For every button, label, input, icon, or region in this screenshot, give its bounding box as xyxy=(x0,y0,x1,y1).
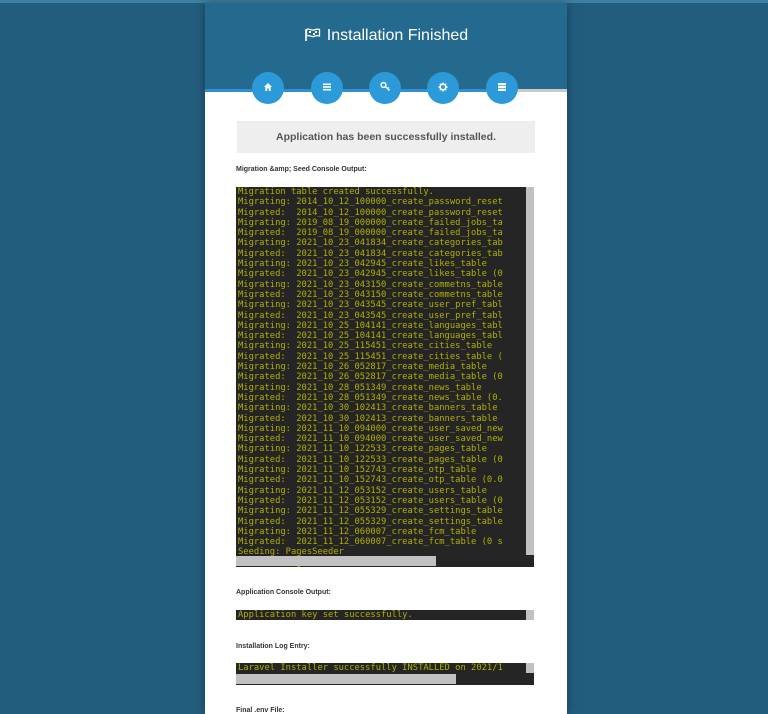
console-line: Migrating: 2021_11_12_060007_create_fcm_… xyxy=(238,526,477,537)
console-line: Migrated: 2021_10_23_042945_create_likes… xyxy=(238,269,503,280)
console-line: Migrated: 2021_10_25_115451_create_citie… xyxy=(238,351,503,362)
console-line: Migrating: 2021_11_12_055329_create_sett… xyxy=(238,506,503,517)
server-icon xyxy=(497,79,507,97)
install-log-vertical-scrollbar[interactable] xyxy=(526,663,534,673)
home-icon xyxy=(263,79,273,97)
console-line: Migrating: 2021_11_10_122533_create_page… xyxy=(238,444,487,455)
page-title: Installation Finished xyxy=(205,26,567,48)
console-line: Migrating: 2019_08_19_000000_create_fail… xyxy=(238,217,503,228)
success-message: Application has been successfully instal… xyxy=(237,121,535,153)
key-icon xyxy=(379,79,391,97)
console-line: Migrated: 2021_10_26_052817_create_media… xyxy=(238,372,503,383)
console-line: Migrated: 2021_11_10_094000_create_user_… xyxy=(238,434,503,445)
console-line: Migrating: 2021_10_23_042945_create_like… xyxy=(238,259,487,270)
migration-output-label: Migration &amp; Seed Console Output: xyxy=(236,166,367,173)
app-console[interactable]: Application key set successfully. xyxy=(236,610,534,620)
console-line: Migrated: 2021_10_23_043150_create_comme… xyxy=(238,289,503,300)
step-requirements[interactable] xyxy=(311,72,343,104)
console-line: Migrating: 2021_10_28_051349_create_news… xyxy=(238,382,482,393)
console-line: Migrated: 2014_10_12_100000_create_passw… xyxy=(238,207,503,218)
migration-console[interactable]: Migration table created successfully. Mig… xyxy=(236,187,534,567)
install-log-label: Installation Log Entry: xyxy=(236,643,310,650)
console-line: Migrating: 2021_10_25_115451_create_citi… xyxy=(238,341,493,352)
console-line: Migrating: 2021_10_23_041834_create_cate… xyxy=(238,238,503,249)
step-welcome[interactable] xyxy=(252,72,284,104)
install-log-horizontal-scrollbar[interactable] xyxy=(236,674,456,684)
install-log-text: Laravel Installer successfully INSTALLED… xyxy=(238,663,503,673)
console-line: Migration table created successfully. xyxy=(238,187,434,197)
console-line: Migrating: 2021_10_23_043150_create_comm… xyxy=(238,279,503,290)
console-line: Migrating: 2021_11_10_094000_create_user… xyxy=(238,423,503,434)
console-line: Migrating: 2021_10_26_052817_create_medi… xyxy=(238,362,487,373)
console-line: Migrating: 2021_10_23_043545_create_user… xyxy=(238,300,503,311)
console-line: Migrating: 2021_10_25_104141_create_lang… xyxy=(238,320,503,331)
app-console-scrollbar[interactable] xyxy=(526,610,534,620)
console-line: Migrated: 2021_10_23_043545_create_user_… xyxy=(238,310,503,321)
console-line: Migrated: 2021_10_25_104141_create_langu… xyxy=(238,331,503,342)
console-line: Migrated: 2021_10_30_102413_create_banne… xyxy=(238,413,498,424)
env-file-label: Final .env File: xyxy=(236,707,285,714)
console-line: Migrating: 2014_10_12_100000_create_pass… xyxy=(238,197,503,208)
app-console-text: Application key set successfully. xyxy=(238,610,413,620)
console-line: Migrated: 2019_08_19_000000_create_faile… xyxy=(238,228,503,239)
console-line: Migrating: 2021_10_30_102413_create_bann… xyxy=(238,403,498,414)
flag-icon xyxy=(304,28,321,48)
step-permissions[interactable] xyxy=(369,72,401,104)
list-icon xyxy=(322,79,332,97)
app-console-label: Application Console Output: xyxy=(236,589,331,596)
migration-console-text: Migration table created successfully. Mig… xyxy=(238,187,528,567)
console-line: Migrated: 2021_11_12_060007_create_fcm_t… xyxy=(238,537,503,548)
step-final[interactable] xyxy=(486,72,518,104)
console-line: Migrated: 2021_11_10_152743_create_otp_t… xyxy=(238,475,503,486)
console-line: Migrated: 2021_11_12_053152_create_users… xyxy=(238,495,503,506)
title-text: Installation Finished xyxy=(326,27,469,44)
step-environment[interactable] xyxy=(427,72,459,104)
console-line: Migrating: 2021_11_10_152743_create_otp_… xyxy=(238,465,477,476)
installer-panel: Installation Finished Application has be… xyxy=(205,3,567,714)
gear-icon xyxy=(438,79,448,97)
console-line: Migrated: 2021_11_10_122533_create_pages… xyxy=(238,454,503,465)
install-log-console[interactable]: Laravel Installer successfully INSTALLED… xyxy=(236,663,534,685)
migration-horizontal-scrollbar[interactable] xyxy=(236,556,436,566)
migration-vertical-scrollbar[interactable] xyxy=(526,187,534,555)
console-line: Migrated: 2021_11_12_055329_create_setti… xyxy=(238,516,503,527)
console-line: Migrated: 2021_10_23_041834_create_categ… xyxy=(238,248,503,259)
console-line: Migrated: 2021_10_28_051349_create_news_… xyxy=(238,392,503,403)
console-line: Migrating: 2021_11_12_053152_create_user… xyxy=(238,485,487,496)
